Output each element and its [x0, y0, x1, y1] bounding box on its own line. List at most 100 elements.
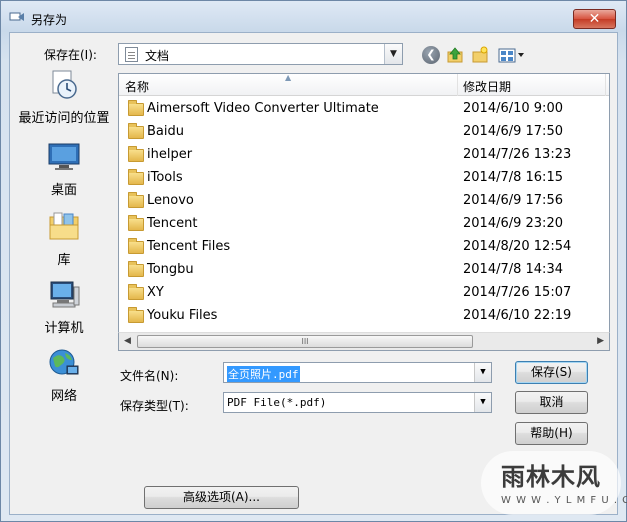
scroll-right-arrow[interactable]: ▶: [597, 336, 604, 346]
file-row[interactable]: Tencent 2014/6/9 23:20 文: [119, 213, 609, 236]
file-name: ihelper: [147, 147, 193, 162]
column-divider[interactable]: [457, 74, 458, 96]
file-date: 2014/6/9 23:20: [463, 216, 563, 231]
computer-icon: [50, 281, 80, 308]
file-row[interactable]: ihelper 2014/7/26 13:23 文: [119, 144, 609, 167]
filename-value: 全页照片.pdf: [227, 366, 300, 382]
horizontal-scrollbar[interactable]: ◀ III ▶: [118, 332, 610, 351]
file-type: 文: [609, 239, 610, 258]
scroll-thumb[interactable]: III: [137, 335, 473, 348]
file-name: Aimersoft Video Converter Ultimate: [147, 101, 379, 116]
view-menu-icon[interactable]: [498, 46, 526, 64]
file-type: 文: [609, 193, 610, 212]
place-computer[interactable]: 计算机: [16, 279, 112, 336]
file-row[interactable]: Aimersoft Video Converter Ultimate 2014/…: [119, 98, 609, 121]
column-header-name[interactable]: 名称: [125, 78, 149, 95]
save-button[interactable]: 保存(S): [515, 361, 588, 384]
save-in-label: 保存在(I):: [44, 48, 97, 62]
file-date: 2014/6/10 9:00: [463, 101, 563, 116]
file-name: Youku Files: [147, 308, 218, 323]
folder-icon: [128, 100, 144, 116]
file-row[interactable]: XY 2014/7/26 15:07 文: [119, 282, 609, 305]
file-list[interactable]: ▲ 名称 修改日期 类 Aimersoft Video Converter Ul…: [118, 73, 610, 351]
folder-icon: [128, 238, 144, 254]
folder-icon: [128, 146, 144, 162]
file-row[interactable]: Baidu 2014/6/9 17:50 文: [119, 121, 609, 144]
folder-icon: [128, 307, 144, 323]
file-type: 文: [609, 101, 610, 120]
filename-field[interactable]: 全页照片.pdf ▼: [223, 362, 492, 383]
file-name: Tencent Files: [147, 239, 231, 254]
file-date: 2014/7/26 13:23: [463, 147, 572, 162]
folder-icon: [128, 261, 144, 277]
file-row[interactable]: Tencent Files 2014/8/20 12:54 文: [119, 236, 609, 259]
save-in-value: 文档: [145, 49, 170, 63]
column-header-date[interactable]: 修改日期: [463, 78, 511, 95]
file-name: Tongbu: [147, 262, 194, 277]
watermark-url: W W W . Y L M F U . C O M: [501, 495, 627, 506]
folder-icon: [128, 192, 144, 208]
file-name: Lenovo: [147, 193, 194, 208]
network-icon: [49, 349, 79, 375]
filetype-label: 保存类型(T):: [120, 399, 189, 413]
file-date: 2014/8/20 12:54: [463, 239, 572, 254]
help-button[interactable]: 帮助(H): [515, 422, 588, 445]
desktop-icon: [48, 143, 80, 170]
folder-icon: [128, 284, 144, 300]
title-bar[interactable]: 另存为 ✕: [1, 1, 626, 33]
file-type: 文: [609, 308, 610, 327]
recent-places-icon: [52, 70, 77, 99]
file-type: 文: [609, 262, 610, 281]
column-header-type[interactable]: 类: [609, 78, 610, 95]
place-desktop[interactable]: 桌面: [16, 141, 112, 198]
file-type: 文: [609, 216, 610, 235]
place-network[interactable]: 网络: [16, 347, 112, 404]
dialog-title: 另存为: [31, 13, 68, 27]
watermark-text: 雨林木风: [501, 463, 601, 491]
file-type: 文: [609, 124, 610, 143]
libraries-icon: [49, 212, 79, 240]
filename-label: 文件名(N):: [120, 369, 179, 383]
filetype-dropdown-arrow[interactable]: ▼: [474, 393, 491, 412]
filetype-value: PDF File(*.pdf): [227, 396, 327, 409]
back-button[interactable]: ❮: [422, 46, 440, 64]
new-folder-icon[interactable]: [471, 46, 489, 64]
file-name: iTools: [147, 170, 183, 185]
place-desktop-label: 桌面: [50, 183, 77, 198]
file-date: 2014/7/8 14:34: [463, 262, 563, 277]
save-as-dialog: 另存为 ✕ 保存在(I): 文档 ▼ ❮ 最近访问的位置 桌面 库 计算机 网络…: [0, 0, 627, 522]
file-date: 2014/7/26 15:07: [463, 285, 572, 300]
filename-dropdown-arrow[interactable]: ▼: [474, 363, 491, 382]
place-libraries[interactable]: 库: [16, 211, 112, 268]
file-type: 文: [609, 147, 610, 166]
up-folder-icon[interactable]: [446, 46, 464, 64]
file-type: 文: [609, 285, 610, 304]
folder-icon: [128, 169, 144, 185]
file-row[interactable]: Tongbu 2014/7/8 14:34 文: [119, 259, 609, 282]
places-bar: 最近访问的位置 桌面 库 计算机 网络: [16, 69, 112, 404]
file-name: XY: [147, 285, 164, 300]
scroll-left-arrow[interactable]: ◀: [124, 336, 131, 346]
folder-icon: [128, 123, 144, 139]
file-name: Tencent: [147, 216, 198, 231]
place-recent[interactable]: 最近访问的位置: [16, 69, 112, 126]
folder-icon: [128, 215, 144, 231]
site-watermark: 雨林木风 W W W . Y L M F U . C O M: [479, 447, 627, 519]
file-row[interactable]: iTools 2014/7/8 16:15 文: [119, 167, 609, 190]
dialog-icon: [9, 12, 24, 21]
save-in-dropdown-arrow[interactable]: ▼: [384, 44, 402, 64]
file-type: 文: [609, 170, 610, 189]
place-libraries-label: 库: [57, 253, 71, 268]
close-button[interactable]: ✕: [573, 9, 616, 29]
file-date: 2014/7/8 16:15: [463, 170, 563, 185]
column-divider[interactable]: [605, 74, 606, 96]
file-date: 2014/6/10 22:19: [463, 308, 572, 323]
save-in-combo[interactable]: 文档 ▼: [118, 43, 403, 65]
file-row[interactable]: Lenovo 2014/6/9 17:56 文: [119, 190, 609, 213]
place-recent-label: 最近访问的位置: [18, 111, 110, 126]
filetype-select[interactable]: PDF File(*.pdf) ▼: [223, 392, 492, 413]
advanced-options-button[interactable]: 高级选项(A)...: [144, 486, 299, 509]
file-row[interactable]: Youku Files 2014/6/10 22:19 文: [119, 305, 609, 328]
sort-ascending-icon: ▲: [285, 73, 292, 82]
cancel-button[interactable]: 取消: [515, 391, 588, 414]
